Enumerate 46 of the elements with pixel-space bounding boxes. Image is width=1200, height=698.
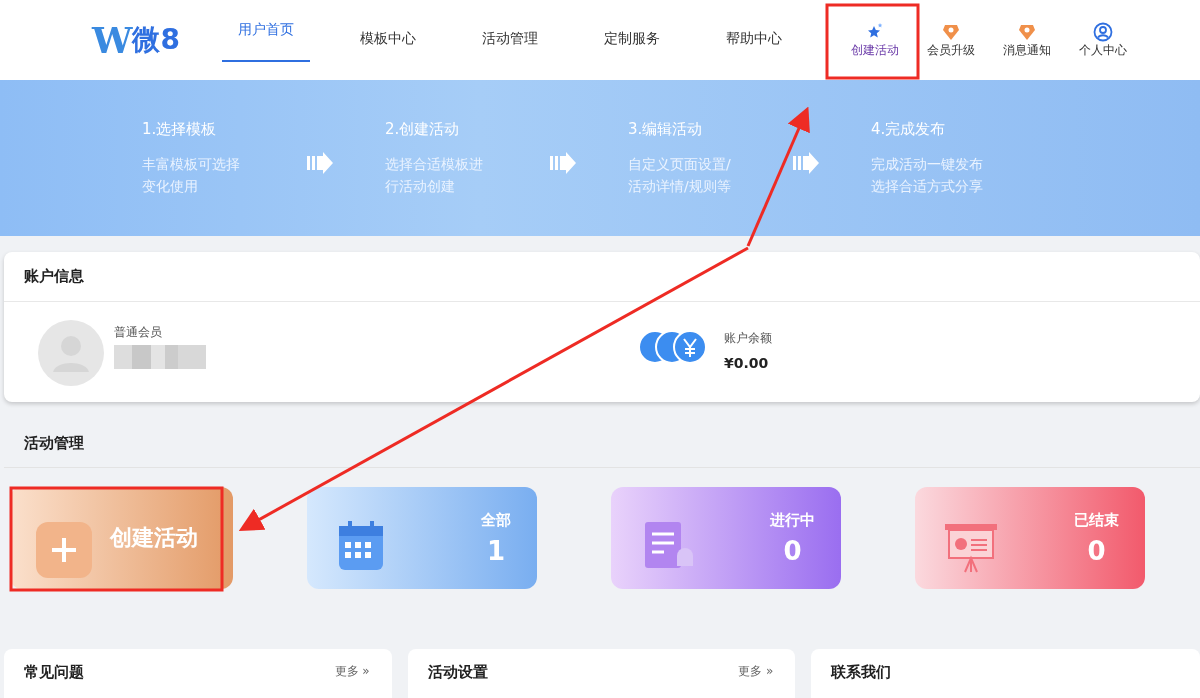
- step-title: 4.完成发布: [871, 120, 947, 139]
- coins-icon: [638, 330, 708, 364]
- step-description: 自定义页面设置/: [628, 155, 732, 174]
- section-title: 活动管理: [23, 433, 85, 454]
- member-level: 普通会员: [114, 324, 163, 341]
- stat-label: 已结束: [1074, 510, 1119, 530]
- step-description: 行活动创建: [385, 177, 456, 196]
- more-link[interactable]: 更多 »: [738, 663, 774, 680]
- header-action[interactable]: 消息通知: [998, 21, 1056, 59]
- step-description: 选择合适模板进: [385, 155, 484, 174]
- nav-tab[interactable]: 模板中心: [344, 0, 432, 80]
- create-label: 创建活动: [110, 524, 198, 552]
- logo[interactable]: W微8: [92, 19, 222, 61]
- card-title: 账户信息: [4, 252, 1200, 302]
- arrow-icon: [307, 152, 333, 174]
- balance-value: ¥0.00: [724, 355, 770, 371]
- panel-title: 联系我们: [831, 663, 892, 682]
- step-description: 选择合适方式分享: [871, 177, 984, 196]
- stat-count: 0: [1086, 535, 1107, 566]
- nav-tab[interactable]: 活动管理: [466, 0, 554, 80]
- step-description: 变化使用: [142, 177, 199, 196]
- header-action[interactable]: 会员升级: [922, 21, 980, 59]
- header-action[interactable]: 创建活动: [846, 21, 904, 59]
- step-title: 1.选择模板: [142, 120, 218, 139]
- avatar-icon: [38, 320, 104, 386]
- stat-label: 全部: [481, 510, 511, 530]
- step-title: 2.创建活动: [385, 120, 461, 139]
- user-icon: [1093, 21, 1113, 42]
- stat-count: 0: [782, 535, 803, 566]
- step-description: 丰富模板可选择: [142, 155, 241, 174]
- nav-tab[interactable]: 定制服务: [588, 0, 676, 80]
- nav-tab[interactable]: 用户首页: [222, 0, 310, 62]
- header-action[interactable]: 个人中心: [1074, 21, 1132, 59]
- step-description: 活动详情/规则等: [628, 177, 732, 196]
- panel-title: 活动设置: [427, 663, 488, 682]
- arrow-icon: [550, 152, 576, 174]
- plus-icon: [36, 522, 92, 578]
- nav-tab[interactable]: 帮助中心: [710, 0, 798, 80]
- arrow-icon: [793, 152, 819, 174]
- stat-count: 1: [485, 535, 507, 566]
- balance-label: 账户余额: [724, 330, 772, 347]
- panel-title: 常见问题: [24, 663, 84, 682]
- step-title: 3.编辑活动: [628, 120, 704, 139]
- more-link[interactable]: 更多 »: [334, 663, 370, 680]
- stat-label: 进行中: [770, 510, 815, 530]
- step-description: 完成活动一键发布: [871, 155, 984, 174]
